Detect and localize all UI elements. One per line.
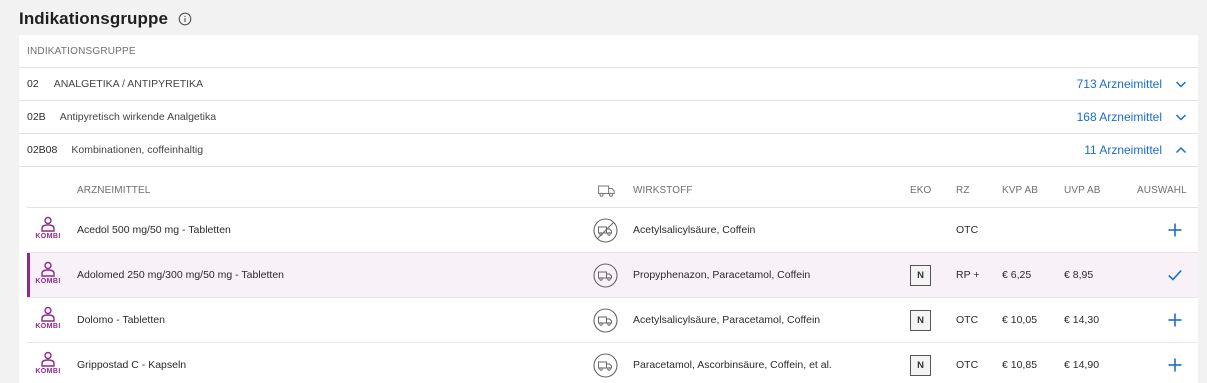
indication-panel: INDIKATIONSGRUPPE 02 ANALGETIKA / ANTIPY… [19, 35, 1198, 383]
kombi-badge: KOMBI [33, 261, 63, 291]
kombi-label: KOMBI [35, 233, 61, 240]
plus-icon[interactable] [1168, 313, 1182, 327]
rz-value: OTC [956, 224, 979, 236]
group-row-02b08[interactable]: 02B08 Kombinationen, coffeinhaltig 11 Ar… [19, 134, 1198, 167]
col-wirkstoff[interactable]: WIRKSTOFF [633, 185, 693, 196]
group-count-link[interactable]: 168 Arzneimittel [1077, 110, 1162, 124]
drug-name[interactable]: Acedol 500 mg/50 mg - Tabletten [77, 224, 231, 236]
table-row-selected[interactable]: KOMBI Adolomed 250 mg/300 mg/50 mg - Tab… [27, 253, 1198, 298]
group-count-link[interactable]: 713 Arzneimittel [1077, 77, 1162, 91]
info-icon[interactable] [178, 12, 192, 26]
group-name: Kombinationen, coffeinhaltig [71, 144, 204, 156]
plus-icon[interactable] [1168, 358, 1182, 372]
rz-value: OTC [956, 314, 979, 326]
drug-name[interactable]: Adolomed 250 mg/300 mg/50 mg - Tabletten [77, 269, 284, 281]
col-arzneimittel[interactable]: ARZNEIMITTEL [77, 185, 150, 196]
person-icon [41, 261, 55, 277]
eko-badge: N [910, 355, 931, 376]
eko-badge: N [910, 265, 931, 286]
drug-name[interactable]: Dolomo - Tabletten [77, 314, 165, 326]
uvp-value: € 14,30 [1064, 314, 1100, 326]
truck-crossed-icon [593, 218, 618, 243]
col-rz[interactable]: RZ [956, 185, 970, 196]
drug-name[interactable]: Grippostad C - Kapseln [77, 359, 186, 371]
group-code: 02B08 [27, 144, 58, 156]
kombi-label: KOMBI [35, 368, 61, 375]
chevron-down-icon[interactable] [1174, 77, 1188, 91]
plus-icon[interactable] [1168, 223, 1182, 237]
kombi-label: KOMBI [35, 323, 61, 330]
page-header: Indikationsgruppe [19, 8, 192, 30]
person-icon [41, 216, 55, 232]
rz-value: OTC [956, 359, 979, 371]
uvp-value: € 8,95 [1064, 269, 1094, 281]
col-uvp[interactable]: UVP AB [1064, 185, 1101, 196]
person-icon [41, 306, 55, 322]
group-row-02b[interactable]: 02B Antipyretisch wirkende Analgetika 16… [19, 101, 1198, 134]
kvp-value: € 10,05 [1002, 314, 1038, 326]
col-kvp[interactable]: KVP AB [1002, 185, 1038, 196]
group-code: 02B [27, 111, 46, 123]
kombi-badge: KOMBI [33, 306, 63, 336]
uvp-value: € 14,90 [1064, 359, 1100, 371]
truck-icon [593, 308, 618, 333]
rz-value: RP + [956, 269, 980, 281]
group-name: Antipyretisch wirkende Analgetika [59, 111, 217, 123]
kombi-label: KOMBI [35, 278, 61, 285]
kombi-badge: KOMBI [33, 216, 63, 246]
group-row-02[interactable]: 02 ANALGETIKA / ANTIPYRETIKA 713 Arzneim… [19, 68, 1198, 101]
panel-header: INDIKATIONSGRUPPE [19, 35, 1198, 68]
medication-table: ARZNEIMITTEL WIRKSTOFF EKO RZ KVP AB UVP… [27, 172, 1198, 383]
table-header: ARZNEIMITTEL WIRKSTOFF EKO RZ KVP AB UVP… [27, 172, 1198, 208]
group-code: 02 [27, 78, 39, 90]
person-icon [41, 351, 55, 367]
wirkstoff: Acetylsalicylsäure, Coffein [633, 224, 756, 236]
col-eko[interactable]: EKO [910, 185, 931, 196]
table-row[interactable]: KOMBI Acedol 500 mg/50 mg - Tabletten Ac… [27, 208, 1198, 253]
eko-badge: N [910, 310, 931, 331]
checkmark-icon[interactable] [1168, 268, 1182, 282]
group-count-link[interactable]: 11 Arzneimittel [1084, 143, 1162, 157]
kvp-value: € 10,85 [1002, 359, 1038, 371]
wirkstoff: Paracetamol, Ascorbinsäure, Coffein, et … [633, 359, 832, 371]
chevron-down-icon[interactable] [1174, 110, 1188, 124]
table-row[interactable]: KOMBI Dolomo - Tabletten Acetylsalicylsä… [27, 298, 1198, 343]
page-title: Indikationsgruppe [19, 9, 169, 28]
kvp-value: € 6,25 [1002, 269, 1032, 281]
kombi-badge: KOMBI [33, 351, 63, 381]
wirkstoff: Acetylsalicylsäure, Paracetamol, Coffein [633, 314, 821, 326]
truck-icon [593, 353, 618, 378]
table-row[interactable]: KOMBI Grippostad C - Kapseln Paracetamol… [27, 343, 1198, 383]
group-name: ANALGETIKA / ANTIPYRETIKA [53, 78, 204, 90]
wirkstoff: Propyphenazon, Paracetamol, Coffein [633, 269, 811, 281]
chevron-up-icon[interactable] [1174, 143, 1188, 157]
truck-icon [593, 263, 618, 288]
col-auswahl: AUSWAHL [1137, 185, 1187, 196]
truck-icon [598, 185, 615, 197]
